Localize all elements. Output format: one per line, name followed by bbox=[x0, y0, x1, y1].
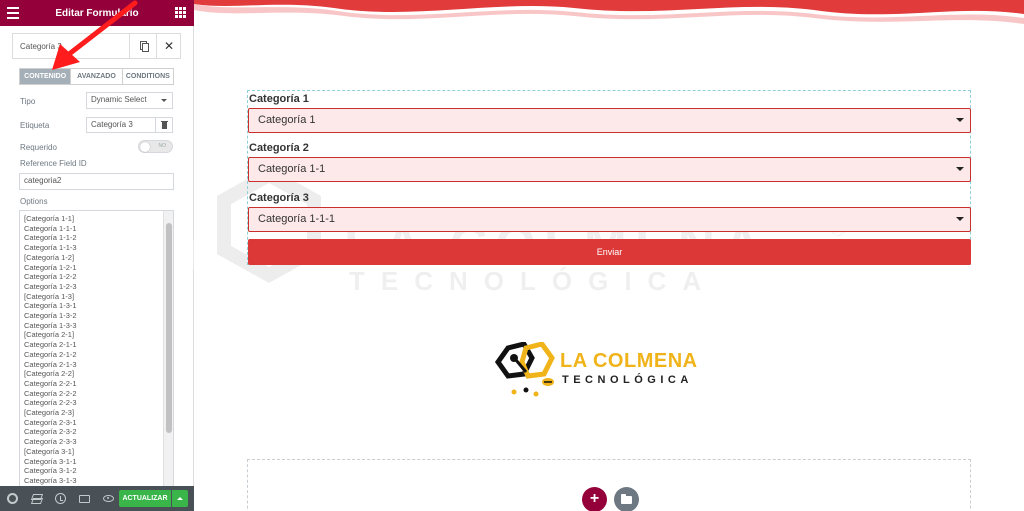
list-item: Categoría 3-1-3 bbox=[24, 475, 77, 485]
options-textarea[interactable]: [Categoría 1-1] Categoría 1-1-1 Categorí… bbox=[19, 210, 174, 487]
trash-icon[interactable] bbox=[155, 117, 173, 133]
tipo-select-value: Dynamic Select bbox=[91, 95, 147, 104]
chevron-down-icon bbox=[956, 167, 964, 171]
list-item: [Categoría 1-1] bbox=[24, 214, 75, 223]
list-item: Categoría 1-1-2 bbox=[24, 233, 77, 243]
brand-logo: LA COLMENA TECNOLÓGICA bbox=[492, 341, 728, 400]
list-item: Categoría 2-1-1 bbox=[24, 340, 77, 350]
tab-avanzado[interactable]: AVANZADO bbox=[71, 69, 123, 84]
list-item: Categoría 2-3-2 bbox=[24, 427, 77, 437]
list-item: Categoría 2-2-3 bbox=[24, 398, 77, 408]
chevron-down-icon bbox=[956, 118, 964, 122]
list-item: [Categoría 2-3] bbox=[24, 408, 75, 418]
list-item: Categoría 2-1-2 bbox=[24, 349, 77, 359]
copy-icon[interactable] bbox=[129, 34, 156, 58]
submit-button[interactable]: Enviar bbox=[248, 239, 971, 265]
chevron-down-icon bbox=[161, 99, 167, 102]
list-item: Categoría 1-2-3 bbox=[24, 281, 77, 291]
plus-icon[interactable]: + bbox=[582, 487, 607, 511]
list-item: Categoría 1-3-1 bbox=[24, 301, 77, 311]
field-label: Categoría 3 bbox=[249, 192, 309, 204]
toggle-knob bbox=[140, 142, 150, 152]
etiqueta-label: Etiqueta bbox=[20, 121, 50, 130]
options-label: Options bbox=[20, 197, 48, 206]
list-item: [Categoría 1-3] bbox=[24, 291, 75, 301]
folder-icon[interactable] bbox=[614, 487, 639, 511]
list-item: Categoría 1-3-3 bbox=[24, 320, 77, 330]
list-item: Categoría 2-2-2 bbox=[24, 388, 77, 398]
tab-contenido[interactable]: CONTENIDO bbox=[20, 69, 72, 84]
scrollbar-thumb[interactable] bbox=[166, 223, 172, 433]
list-item: Categoría 1-1-1 bbox=[24, 223, 77, 233]
watermark-line2: TECNOLÓGICA bbox=[349, 266, 717, 296]
categoria-3-select[interactable]: Categoría 1-1-1 bbox=[248, 207, 971, 232]
list-item: Categoría 2-3-1 bbox=[24, 417, 77, 427]
select-value: Categoría 1-1 bbox=[258, 163, 326, 175]
eye-icon[interactable] bbox=[103, 495, 114, 502]
categoria-1-select[interactable]: Categoría 1 bbox=[248, 108, 971, 133]
grid-icon[interactable] bbox=[175, 7, 186, 18]
hex-logo-icon bbox=[494, 341, 555, 397]
categoria-2-select[interactable]: Categoría 1-1 bbox=[248, 157, 971, 182]
select-value: Categoría 1 bbox=[258, 114, 316, 126]
requerido-toggle[interactable]: NO bbox=[138, 140, 173, 153]
panel-tabs: CONTENIDO AVANZADO CONDITIONS bbox=[19, 68, 174, 85]
list-item: Categoría 1-3-2 bbox=[24, 311, 77, 321]
hamburger-icon[interactable] bbox=[7, 7, 19, 19]
list-item: Categoría 1-2-2 bbox=[24, 272, 77, 282]
brand-name: LA COLMENA bbox=[560, 350, 698, 372]
field-item[interactable]: Categoría 3 ✕ bbox=[12, 33, 181, 59]
tipo-select[interactable]: Dynamic Select bbox=[86, 92, 173, 109]
list-item: Categoría 2-3-3 bbox=[24, 437, 77, 447]
responsive-icon[interactable] bbox=[79, 495, 90, 503]
add-section-area: + bbox=[247, 459, 971, 511]
field-label: Categoría 2 bbox=[249, 142, 309, 154]
list-item: Categoría 1-1-3 bbox=[24, 243, 77, 253]
list-item: Categoría 3-1-2 bbox=[24, 466, 77, 476]
tab-conditions[interactable]: CONDITIONS bbox=[123, 69, 173, 84]
header-wave bbox=[194, 0, 1024, 24]
field-item-name: Categoría 3 bbox=[20, 42, 62, 51]
etiqueta-input[interactable]: Categoría 3 bbox=[86, 117, 156, 133]
page-canvas: LA COLMENA ® TECNOLÓGICA Categoría 1 Cat… bbox=[194, 0, 1024, 511]
tipo-label: Tipo bbox=[20, 97, 36, 106]
panel-header: Editar Formulario bbox=[0, 0, 194, 26]
requerido-label: Requerido bbox=[20, 143, 57, 152]
list-item: Categoría 2-1-3 bbox=[24, 359, 77, 369]
brand-subtitle: TECNOLÓGICA bbox=[562, 374, 693, 386]
list-item: [Categoría 3-1] bbox=[24, 446, 75, 456]
field-label: Categoría 1 bbox=[249, 93, 309, 105]
chevron-up-icon[interactable] bbox=[172, 490, 188, 507]
list-item: [Categoría 2-1] bbox=[24, 330, 75, 340]
list-item: [Categoría 1-2] bbox=[24, 252, 75, 262]
panel-title: Editar Formulario bbox=[55, 7, 139, 19]
select-value: Categoría 1-1-1 bbox=[258, 213, 336, 225]
list-item: [Categoría 2-2] bbox=[24, 369, 75, 379]
history-icon[interactable] bbox=[55, 493, 66, 504]
reference-field-input[interactable]: categoria2 bbox=[19, 173, 174, 190]
editor-panel: Editar Formulario Categoría 3 ✕ CONTENID… bbox=[0, 0, 194, 511]
layers-icon[interactable] bbox=[31, 493, 42, 504]
chevron-down-icon bbox=[956, 217, 964, 221]
list-item: Categoría 1-2-1 bbox=[24, 262, 77, 272]
close-icon[interactable]: ✕ bbox=[156, 34, 181, 58]
update-button[interactable]: ACTUALIZAR bbox=[119, 490, 171, 507]
reference-field-label: Reference Field ID bbox=[20, 159, 87, 168]
list-item: Categoría 3-1-1 bbox=[24, 456, 77, 466]
toggle-state: NO bbox=[158, 143, 167, 149]
panel-footer: ACTUALIZAR bbox=[0, 486, 194, 511]
options-scrollbar[interactable] bbox=[163, 211, 173, 486]
form-widget: Categoría 1 Categoría 1 Categoría 2 Cate… bbox=[247, 90, 971, 265]
gear-icon[interactable] bbox=[7, 493, 18, 504]
list-item: Categoría 2-2-1 bbox=[24, 378, 77, 388]
